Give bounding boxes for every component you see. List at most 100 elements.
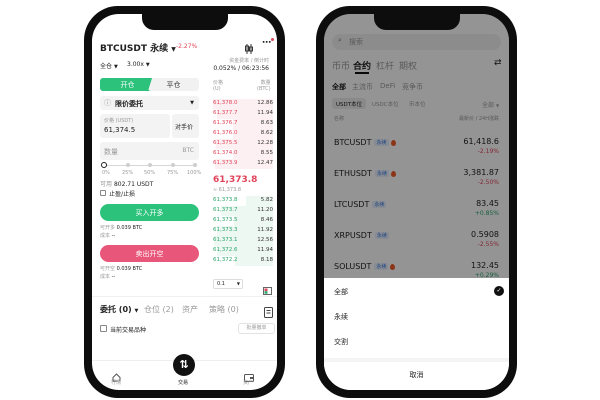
bid-row[interactable]: 61,373.8 5.82 bbox=[213, 196, 273, 206]
ask-row[interactable]: 61,376.0 8.62 bbox=[213, 129, 273, 139]
tab-orders[interactable]: 委托 (0) ▼ bbox=[100, 304, 138, 315]
more-icon[interactable]: ⋯ bbox=[262, 38, 271, 48]
slider-mark: 25% bbox=[122, 170, 134, 176]
tab-open[interactable]: 开仓 bbox=[100, 78, 155, 91]
ask-price: 61,374.0 bbox=[213, 150, 238, 156]
bid-qty: 11.92 bbox=[257, 227, 273, 233]
bid-price: 61,373.3 bbox=[213, 227, 238, 233]
bid-row[interactable]: 61,373.1 12.56 bbox=[213, 236, 273, 246]
leverage-select[interactable]: 3.00x ▼ bbox=[127, 61, 150, 68]
cost-short: 成本 -- bbox=[100, 273, 115, 280]
tab-close[interactable]: 平仓 bbox=[148, 78, 199, 91]
bid-qty: 5.82 bbox=[260, 197, 273, 203]
bid-qty: 11.20 bbox=[257, 207, 273, 213]
phone-trade: BTCUSDT 永续 ▼ -2.27% ⋯ 全仓 ▼ 3.00x ▼ 资金费率 … bbox=[84, 6, 285, 398]
current-symbol-checkbox[interactable] bbox=[100, 325, 107, 332]
sheet-option-perpetual[interactable]: 永续 bbox=[334, 312, 348, 322]
symbol-title[interactable]: BTCUSDT 永续 ▼ bbox=[100, 41, 176, 54]
bid-row[interactable]: 61,372.6 11.94 bbox=[213, 246, 273, 256]
buy-long-button[interactable]: 买入开多 bbox=[100, 204, 199, 221]
sheet-divider bbox=[324, 358, 509, 362]
bid-row[interactable]: 61,373.5 8.46 bbox=[213, 216, 273, 226]
nav-market[interactable]: 行情 bbox=[111, 379, 121, 386]
tab-positions[interactable]: 仓位 (2) bbox=[144, 304, 174, 315]
can-short-label: 可开空 bbox=[100, 266, 116, 272]
phone-notch bbox=[373, 14, 460, 30]
ask-row[interactable]: 61,378.0 12.86 bbox=[213, 99, 273, 109]
tab-strategies[interactable]: 策略 (0) bbox=[209, 304, 239, 315]
slider-tick bbox=[193, 163, 197, 167]
price-label: 价格 (USDT) bbox=[104, 118, 134, 124]
ask-row[interactable]: 61,373.9 12.47 bbox=[213, 159, 273, 169]
orderbook-layout-icon[interactable] bbox=[263, 280, 272, 295]
bid-price: 61,373.7 bbox=[213, 207, 238, 213]
bid-row[interactable]: 61,372.2 8.18 bbox=[213, 256, 273, 266]
bid-qty: 8.18 bbox=[260, 257, 273, 263]
modal-overlay[interactable] bbox=[324, 14, 509, 278]
candlestick-icon[interactable] bbox=[244, 40, 254, 54]
margin-mode[interactable]: 全仓 ▼ bbox=[100, 61, 118, 70]
margin-mode-label: 全仓 bbox=[100, 63, 113, 70]
current-symbol-label: 当前交易品种 bbox=[110, 327, 147, 334]
nav-assets[interactable]: 资产 bbox=[243, 379, 253, 386]
price-value: 61,374.5 bbox=[104, 126, 136, 134]
can-open-short: 可开空 0.039 BTC bbox=[100, 265, 142, 272]
available-balance: 可用 802.71 USDT bbox=[100, 179, 153, 188]
precision-value: 0.1 bbox=[217, 281, 225, 287]
divider bbox=[92, 296, 277, 297]
cost-label: 成本 bbox=[100, 233, 111, 239]
wallet-icon[interactable] bbox=[244, 367, 254, 382]
bid-qty: 8.46 bbox=[260, 217, 273, 223]
tpsl-checkbox[interactable] bbox=[100, 190, 106, 196]
bid-price: 61,373.5 bbox=[213, 217, 238, 223]
last-price[interactable]: 61,373.8 bbox=[213, 175, 257, 185]
opponent-price-button[interactable]: 对手价 bbox=[172, 114, 199, 138]
ask-row[interactable]: 61,374.0 8.55 bbox=[213, 149, 273, 159]
notification-dot bbox=[271, 38, 274, 41]
slider-mark: 100% bbox=[187, 170, 202, 176]
caret-down-icon: ▼ bbox=[134, 308, 139, 314]
cost-value: -- bbox=[111, 233, 116, 239]
phone-markets: ⌕ 搜索 币币 合约 杠杆 期权 ⇄ 全部 主流币 DeFi 竞争币 USDT本… bbox=[316, 6, 517, 398]
mark-price: ≈ 61,373.8 bbox=[213, 187, 242, 193]
ask-row[interactable]: 61,377.7 11.94 bbox=[213, 109, 273, 119]
cost-long: 成本 -- bbox=[100, 232, 115, 239]
order-history-icon[interactable] bbox=[264, 303, 273, 318]
can-open-long: 可开多 0.039 BTC bbox=[100, 224, 142, 231]
slider-handle[interactable] bbox=[101, 162, 107, 168]
available-value: 802.71 USDT bbox=[113, 181, 154, 188]
tab-assets[interactable]: 资产 bbox=[182, 304, 198, 315]
info-icon: ⓘ bbox=[104, 99, 111, 107]
ask-price: 61,377.7 bbox=[213, 110, 238, 116]
check-icon: ✓ bbox=[494, 286, 504, 296]
caret-down-icon: ▼ bbox=[113, 64, 118, 70]
cost2-label: 成本 bbox=[100, 274, 111, 280]
order-type-label: 限价委托 bbox=[115, 100, 143, 108]
ask-price: 61,375.5 bbox=[213, 140, 238, 146]
ob-price-unit: (U) bbox=[213, 86, 221, 92]
cancel-all-button[interactable]: 批量撤单 bbox=[238, 323, 275, 334]
change-percent: -2.27% bbox=[176, 43, 198, 50]
symbol-label: BTCUSDT 永续 bbox=[100, 44, 169, 54]
ask-qty: 12.28 bbox=[257, 140, 273, 146]
price-input[interactable]: 价格 (USDT) 61,374.5 bbox=[100, 114, 170, 138]
sheet-option-delivery[interactable]: 交割 bbox=[334, 337, 348, 347]
ask-row[interactable]: 61,376.7 8.63 bbox=[213, 119, 273, 129]
ask-qty: 11.94 bbox=[257, 110, 273, 116]
ask-price: 61,376.7 bbox=[213, 120, 238, 126]
ask-row[interactable]: 61,375.5 12.28 bbox=[213, 139, 273, 149]
sell-short-button[interactable]: 卖出开空 bbox=[100, 245, 199, 262]
caret-down-icon: ▼ bbox=[190, 100, 194, 106]
trade-swap-icon[interactable]: ⇅ bbox=[173, 354, 195, 376]
sheet-cancel-button[interactable]: 取消 bbox=[324, 370, 509, 380]
sheet-option-all[interactable]: 全部 bbox=[334, 287, 348, 297]
slider-tick bbox=[171, 163, 175, 167]
bid-row[interactable]: 61,373.7 11.20 bbox=[213, 206, 273, 216]
home-icon[interactable] bbox=[112, 367, 121, 382]
quantity-input[interactable]: 数量 BTC bbox=[100, 142, 199, 160]
precision-select[interactable]: 0.1 ▼ bbox=[213, 279, 243, 289]
quantity-placeholder: 数量 bbox=[104, 148, 118, 156]
bid-row[interactable]: 61,373.3 11.92 bbox=[213, 226, 273, 236]
order-type-select[interactable]: ⓘ 限价委托 ▼ bbox=[100, 96, 199, 110]
nav-trade[interactable]: 交易 bbox=[178, 379, 188, 386]
